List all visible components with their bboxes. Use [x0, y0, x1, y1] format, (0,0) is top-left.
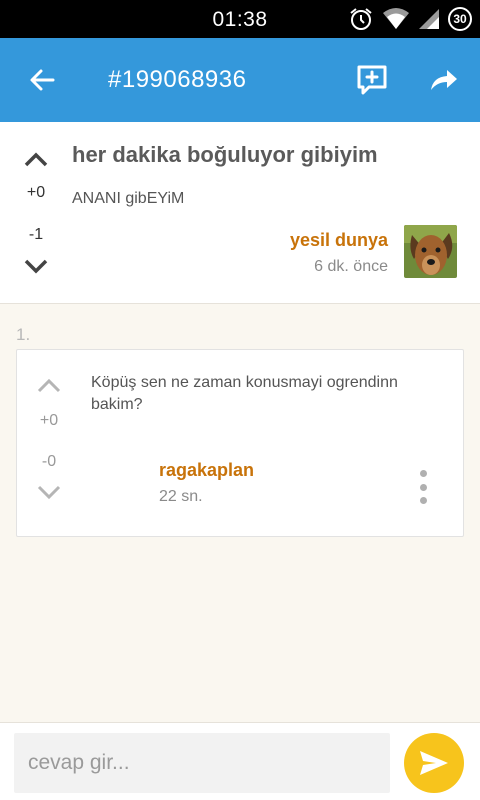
status-icons: 30 [348, 6, 472, 32]
comment-index: 1. [16, 325, 31, 344]
more-options-button[interactable] [411, 470, 435, 504]
page-title: #199068936 [108, 66, 247, 93]
upvote-count: +0 [26, 184, 46, 201]
comment-upvote-button[interactable] [29, 370, 69, 400]
chevron-up-icon [24, 152, 48, 167]
post-title: her dakika boğuluyor gibiyim [72, 142, 378, 167]
back-button[interactable] [22, 62, 62, 98]
comment-downvote-count: -0 [41, 453, 57, 470]
downvote-button[interactable] [16, 252, 56, 282]
comment-time: 22 sn. [159, 488, 203, 505]
reply-input[interactable] [14, 733, 390, 793]
comment-text: Köpüş sen ne zaman konusmayi ogrendinn b… [91, 374, 398, 413]
dog-avatar-image [404, 225, 457, 278]
back-arrow-icon [30, 69, 55, 91]
reply-bar [0, 722, 480, 800]
signal-icon [418, 7, 440, 31]
add-comment-icon [357, 65, 387, 95]
send-button[interactable] [404, 733, 464, 793]
post-author[interactable]: yesil dunya [290, 230, 388, 251]
app-bar: #199068936 [0, 38, 480, 122]
more-vert-icon [419, 470, 427, 477]
status-bar: 01:38 30 [0, 0, 480, 38]
post-time: 6 dk. önce [314, 258, 388, 275]
chevron-down-icon [24, 259, 48, 274]
avatar[interactable] [404, 225, 457, 278]
share-icon [431, 70, 457, 90]
add-comment-button[interactable] [352, 60, 392, 100]
chevron-up-icon [37, 378, 61, 393]
comment-card: +0 -0 Köpüş sen ne zaman konusmayi ogren… [16, 349, 464, 537]
send-icon [420, 751, 448, 775]
comment-upvote-count: +0 [39, 412, 59, 429]
chevron-down-icon [37, 485, 61, 500]
battery-icon: 30 [448, 7, 472, 31]
comment-author[interactable]: ragakaplan [159, 460, 254, 481]
comment-downvote-button[interactable] [29, 478, 69, 508]
wifi-icon [382, 7, 410, 31]
share-button[interactable] [424, 62, 464, 98]
downvote-count: -1 [28, 226, 44, 243]
post-body: ANANI gibEYiM [72, 190, 185, 207]
upvote-button[interactable] [16, 144, 56, 174]
post-card: +0 -1 her dakika boğuluyor gibiyim ANANI… [0, 122, 480, 304]
alarm-icon [348, 6, 374, 32]
